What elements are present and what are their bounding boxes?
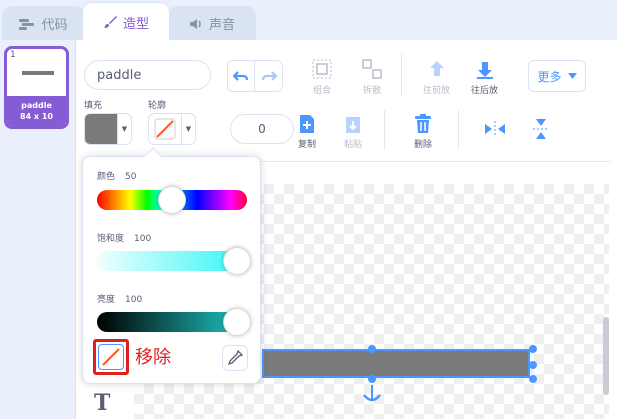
costume-number: 1 xyxy=(10,50,16,60)
hue-slider-knob[interactable] xyxy=(158,186,186,214)
no-color-swatch xyxy=(98,344,124,370)
arrow-up-icon xyxy=(429,61,444,76)
color-picker-popover: 颜色 50 饱和度 100 亮度 100 移除 xyxy=(82,147,261,384)
copy-label: 复制 xyxy=(298,140,317,150)
saturation-slider-knob[interactable] xyxy=(223,247,251,275)
toolbar-divider xyxy=(458,110,459,150)
caret-down-icon: ▼ xyxy=(181,114,195,144)
arrow-down-icon xyxy=(476,62,493,79)
paddle-shape[interactable] xyxy=(262,349,530,378)
backward-label: 往后放 xyxy=(471,86,499,96)
eyedropper-button[interactable] xyxy=(222,345,248,371)
tab-costume[interactable]: 造型 xyxy=(82,2,170,41)
costume-list: 1 paddle 84 x 10 xyxy=(0,40,76,419)
delete-button[interactable]: 删除 xyxy=(414,114,432,150)
outline-color-button[interactable]: ▼ xyxy=(148,113,196,145)
ungroup-button[interactable]: 拆散 xyxy=(361,58,383,96)
chevron-down-icon xyxy=(567,73,577,79)
more-label: 更多 xyxy=(537,69,562,84)
flip-horizontal-button[interactable] xyxy=(484,120,506,138)
forward-label: 往前放 xyxy=(423,86,451,96)
outline-width-input[interactable]: 0 xyxy=(230,114,294,144)
resize-handle[interactable] xyxy=(368,345,376,353)
no-color-icon xyxy=(102,348,120,366)
resize-handle[interactable] xyxy=(529,375,537,383)
copy-button[interactable]: 复制 xyxy=(298,114,316,150)
ungroup-label: 拆散 xyxy=(362,86,381,96)
paste-label: 粘贴 xyxy=(344,140,363,150)
speaker-icon xyxy=(189,18,201,29)
costume-info: paddle 84 x 10 xyxy=(7,96,66,126)
caret-down-icon: ▼ xyxy=(117,114,131,144)
undo-redo-group xyxy=(227,60,283,92)
paste-icon xyxy=(346,117,360,133)
costume-card-paddle[interactable]: 1 paddle 84 x 10 xyxy=(4,46,69,129)
tab-code-label: 代码 xyxy=(41,18,68,33)
flip-horizontal-icon xyxy=(485,121,505,137)
tab-sound-label: 声音 xyxy=(208,18,235,33)
resize-handle[interactable] xyxy=(529,361,537,369)
costume-name: paddle xyxy=(21,101,52,110)
fill-swatch xyxy=(85,114,117,144)
forward-button[interactable]: 往前放 xyxy=(423,58,450,96)
tab-costume-label: 造型 xyxy=(122,16,149,32)
brush-icon xyxy=(103,16,117,28)
brightness-value: 100 xyxy=(125,295,143,305)
redo-icon xyxy=(261,71,277,81)
outline-label: 轮廓 xyxy=(148,101,167,111)
eyedropper-icon xyxy=(227,350,243,366)
hue-label-row: 颜色 50 xyxy=(97,169,136,182)
tab-code[interactable]: 代码 xyxy=(2,6,85,40)
toolbar-divider xyxy=(384,110,385,150)
text-tool-icon[interactable]: T xyxy=(94,390,110,416)
remove-label: 移除 xyxy=(135,347,171,368)
undo-button[interactable] xyxy=(227,60,255,92)
toolbar-divider xyxy=(401,54,402,96)
brightness-label-row: 亮度 100 xyxy=(97,292,142,305)
fill-label: 填充 xyxy=(84,101,103,111)
group-icon xyxy=(312,59,332,79)
redo-button[interactable] xyxy=(255,60,283,92)
flip-vertical-icon xyxy=(533,119,549,139)
resize-handle[interactable] xyxy=(368,375,376,383)
brightness-slider-knob[interactable] xyxy=(223,308,251,336)
paste-button[interactable]: 粘贴 xyxy=(344,114,362,150)
delete-label: 删除 xyxy=(414,140,433,150)
code-icon xyxy=(19,18,35,30)
saturation-label-row: 饱和度 100 xyxy=(97,231,151,244)
tab-sound[interactable]: 声音 xyxy=(168,6,256,40)
flip-vertical-button[interactable] xyxy=(532,118,550,140)
costume-size: 84 x 10 xyxy=(20,112,53,121)
ungroup-icon xyxy=(362,59,382,79)
resize-handle[interactable] xyxy=(529,345,537,353)
no-color-button[interactable] xyxy=(93,339,129,375)
copy-icon xyxy=(300,115,314,133)
saturation-label: 饱和度 xyxy=(97,234,125,244)
costume-thumbnail xyxy=(22,71,54,75)
rotate-handle-icon[interactable] xyxy=(361,385,383,405)
hue-value: 50 xyxy=(125,172,137,182)
group-label: 组合 xyxy=(312,86,331,96)
undo-icon xyxy=(233,71,249,81)
trash-icon xyxy=(415,114,431,133)
hue-label: 颜色 xyxy=(97,172,116,182)
tab-bar: 代码 造型 声音 xyxy=(0,0,617,41)
backward-button[interactable]: 往后放 xyxy=(471,58,498,96)
group-button[interactable]: 组合 xyxy=(311,58,333,96)
fill-color-button[interactable]: ▼ xyxy=(84,113,132,145)
brightness-label: 亮度 xyxy=(97,295,116,305)
more-button[interactable]: 更多 xyxy=(528,60,586,92)
costume-name-input[interactable]: paddle xyxy=(84,60,211,90)
outline-swatch xyxy=(149,114,181,144)
no-color-icon xyxy=(154,118,176,140)
canvas-scrollbar[interactable] xyxy=(603,317,609,395)
saturation-value: 100 xyxy=(134,234,152,244)
